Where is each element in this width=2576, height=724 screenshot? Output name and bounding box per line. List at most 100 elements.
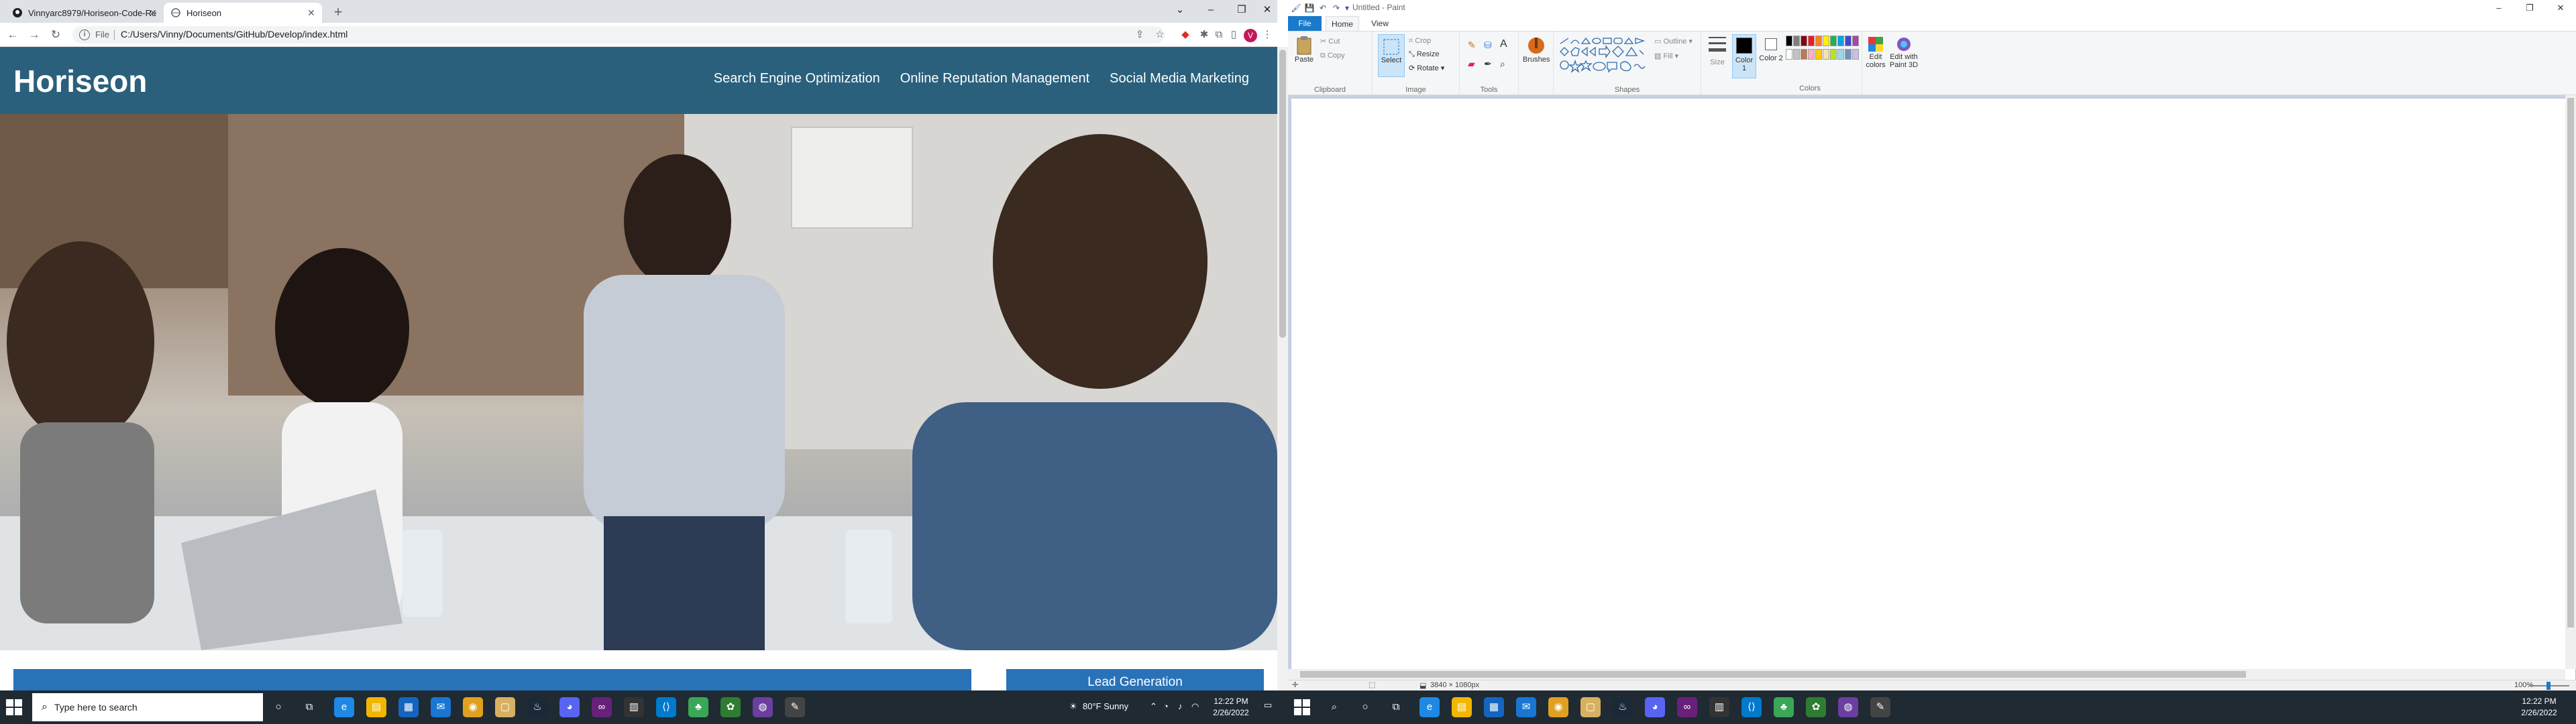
paint-vscroll-thumb[interactable] (2567, 98, 2574, 627)
edge-icon[interactable]: e (334, 697, 354, 717)
extensions-icon[interactable]: ✱ (1197, 27, 1212, 42)
minimize-button[interactable]: – (1195, 0, 1226, 20)
app-icon[interactable]: ▥ (624, 697, 644, 717)
share-icon[interactable]: ⇪ (1132, 27, 1147, 42)
obs-icon[interactable]: ◍ (753, 697, 773, 717)
undo-icon[interactable]: ↶ (1318, 3, 1328, 13)
palette-swatch[interactable] (1793, 49, 1800, 60)
github-desktop-icon[interactable]: ♣ (688, 697, 708, 717)
file-explorer-icon[interactable]: ▤ (366, 697, 386, 717)
photos-icon[interactable]: ✿ (1806, 697, 1826, 717)
drawing-canvas[interactable] (1291, 99, 2575, 717)
paint-maximize-button[interactable]: ❐ (2514, 0, 2545, 16)
new-tab-button[interactable]: + (330, 5, 346, 21)
palette-swatch[interactable] (1815, 49, 1822, 60)
outline-dropdown[interactable]: ▭ Outline ▾ (1654, 37, 1693, 46)
page-scrollbar[interactable] (1277, 47, 1288, 690)
close-window-button[interactable]: ✕ (1257, 0, 1277, 20)
eraser-icon[interactable]: ▰ (1468, 58, 1475, 70)
visual-studio-icon[interactable]: ∞ (592, 697, 612, 717)
tray-overflow-icon[interactable]: ⌃ (1150, 701, 1157, 712)
fill-dropdown[interactable]: ▨ Fill ▾ (1654, 52, 1678, 60)
paint-vertical-scrollbar[interactable] (2565, 95, 2576, 669)
text-icon[interactable]: A (1500, 38, 1507, 50)
edge-icon[interactable]: e (1419, 697, 1440, 717)
paint-taskbar-icon[interactable]: ✎ (1870, 697, 1890, 717)
paint3d-button[interactable]: Edit with Paint 3D (1889, 36, 1919, 69)
app-icon[interactable]: ▥ (1709, 697, 1729, 717)
search-icon[interactable]: ⌕ (1324, 697, 1344, 717)
copy-button[interactable]: ⧉ Copy (1320, 52, 1345, 60)
notification-icon[interactable]: ▭ (1264, 700, 1272, 711)
taskbar-clock[interactable]: 12:22 PM 2/26/2022 (2509, 696, 2569, 719)
magnifier-icon[interactable]: ⌕ (1500, 58, 1505, 70)
nav-link-reputation[interactable]: Online Reputation Management (900, 71, 1089, 86)
paint-tab-file[interactable]: File (1288, 16, 1322, 31)
github-desktop-icon[interactable]: ♣ (1774, 697, 1794, 717)
paint-app-icon[interactable]: 🖌 (1291, 3, 1301, 13)
star-icon[interactable]: ☆ (1152, 27, 1167, 42)
scrollbar-thumb[interactable] (1279, 50, 1286, 338)
rotate-button[interactable]: ⟳ Rotate ▾ (1409, 64, 1444, 72)
menu-icon[interactable]: ⋮ (1260, 27, 1275, 42)
task-view-icon[interactable]: ⧉ (299, 697, 319, 717)
tab-horiseon[interactable]: Horiseon ✕ (164, 3, 322, 23)
back-icon[interactable]: ← (5, 27, 20, 42)
steam-icon[interactable]: ♨ (527, 697, 547, 717)
palette-swatch[interactable] (1823, 36, 1829, 46)
chrome-taskbar-icon[interactable]: ◉ (1548, 697, 1568, 717)
palette-swatch[interactable] (1786, 49, 1792, 60)
shapes-gallery[interactable] (1559, 37, 1648, 74)
brushes-button[interactable]: Brushes (1523, 36, 1550, 64)
paste-button[interactable]: Paste (1292, 36, 1316, 64)
palette-swatch[interactable] (1786, 36, 1792, 46)
paint-close-button[interactable]: ✕ (2545, 0, 2576, 16)
photos-icon[interactable]: ✿ (720, 697, 741, 717)
palette-swatch[interactable] (1823, 49, 1829, 60)
crop-button[interactable]: ⌗ Crop (1409, 37, 1431, 46)
palette-swatch[interactable] (1830, 49, 1837, 60)
store-icon[interactable]: ▦ (398, 697, 419, 717)
palette-swatch[interactable] (1852, 49, 1859, 60)
pencil-icon[interactable]: ✎ (1468, 40, 1476, 51)
palette-swatch[interactable] (1845, 36, 1851, 46)
discord-icon[interactable]: ◕ (1645, 697, 1665, 717)
paint-hscroll-thumb[interactable] (1300, 671, 2246, 678)
palette-swatch[interactable] (1830, 36, 1837, 46)
resize-button[interactable]: ⤡ Resize (1409, 50, 1439, 59)
sticky-notes-icon[interactable]: ▢ (1580, 697, 1601, 717)
paint-horizontal-scrollbar[interactable] (1288, 669, 2565, 680)
mail-icon[interactable]: ✉ (431, 697, 451, 717)
url-text[interactable]: C:/Users/Vinny/Documents/GitHub/Develop/… (121, 29, 347, 40)
palette-swatch[interactable] (1801, 49, 1807, 60)
palette-swatch[interactable] (1852, 36, 1859, 46)
close-tab-icon[interactable]: ✕ (306, 7, 317, 18)
fill-icon[interactable]: ⛁ (1484, 40, 1492, 51)
customize-qat-icon[interactable]: ▾ (1342, 3, 1352, 13)
nav-link-seo[interactable]: Search Engine Optimization (714, 71, 880, 86)
discord-icon[interactable]: ◕ (559, 697, 580, 717)
taskbar-clock[interactable]: 12:22 PM 2/26/2022 (1201, 696, 1261, 719)
address-bar[interactable]: i File C:/Users/Vinny/Documents/GitHub/D… (72, 26, 1165, 44)
palette-swatch[interactable] (1793, 36, 1800, 46)
weather-text[interactable]: 80°F Sunny (1083, 701, 1128, 711)
forward-icon[interactable]: → (27, 27, 42, 42)
tab-search-icon[interactable]: ⌄ (1165, 0, 1195, 20)
color1-button[interactable]: Color 1 (1732, 34, 1756, 78)
site-logo[interactable]: Horiseon (13, 63, 147, 99)
select-button[interactable]: Select (1378, 34, 1405, 77)
volume-icon[interactable]: ♪ (1178, 701, 1183, 711)
edit-colors-button[interactable]: Edit colors (1864, 36, 1888, 69)
zoom-slider-handle[interactable] (2546, 682, 2551, 690)
redo-icon[interactable]: ↷ (1331, 3, 1342, 13)
cortana-icon[interactable]: ○ (1355, 697, 1375, 717)
sidepanel-icon[interactable]: ▯ (1226, 27, 1241, 42)
obs-icon[interactable]: ◍ (1838, 697, 1858, 717)
taskbar-search-box[interactable]: ⌕ Type here to search (32, 693, 263, 721)
visual-studio-icon[interactable]: ∞ (1677, 697, 1697, 717)
palette-swatch[interactable] (1815, 36, 1822, 46)
extension-red-icon[interactable]: ◆ (1178, 27, 1193, 42)
paint-tab-home[interactable]: Home (1326, 16, 1359, 31)
chrome-taskbar-icon[interactable]: ◉ (463, 697, 483, 717)
file-explorer-icon[interactable]: ▤ (1452, 697, 1472, 717)
